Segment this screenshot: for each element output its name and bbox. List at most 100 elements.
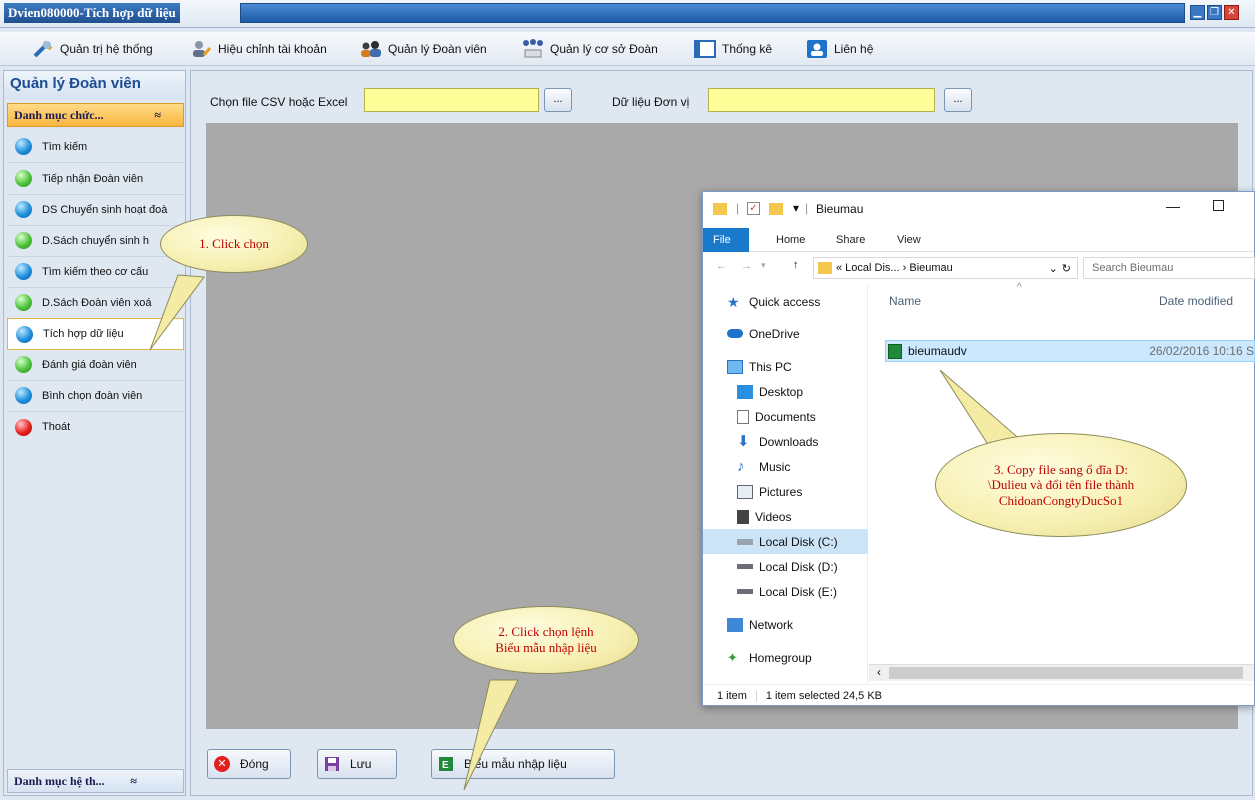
- sidebar-item-search[interactable]: Tìm kiếm: [7, 131, 184, 163]
- scroll-left-arrow-icon[interactable]: ‹: [877, 665, 881, 679]
- callout-3-line-1: 3. Copy file sang ổ đĩa D:: [994, 461, 1128, 477]
- nav-documents[interactable]: Documents: [703, 404, 868, 429]
- nav-quick-access[interactable]: ★ Quick access: [703, 289, 868, 314]
- nav-downloads[interactable]: ⬇ Downloads: [703, 429, 868, 454]
- sidebar-system-category[interactable]: Danh mục hệ th... ≈: [7, 769, 184, 793]
- up-arrow-icon[interactable]: ↑: [793, 259, 799, 271]
- expand-icon: ≈: [130, 774, 137, 788]
- drive-icon: [737, 564, 753, 569]
- sidebar-item-label: Tích hợp dữ liệu: [43, 328, 124, 340]
- file-name: bieumaudv: [908, 344, 967, 358]
- sort-up-icon: ^: [1017, 282, 1022, 293]
- navigation-pane: ★ Quick access OneDrive This PC Desktop D…: [703, 284, 868, 684]
- ribbon-tab-share[interactable]: Share: [826, 228, 875, 252]
- column-header-name[interactable]: Name: [889, 294, 921, 308]
- document-icon: [737, 409, 749, 424]
- green-ball-icon: [15, 170, 32, 187]
- quick-access-toolbar-dropdown-icon[interactable]: ▾: [793, 201, 799, 215]
- green-ball-icon: [15, 356, 32, 373]
- nav-pictures[interactable]: Pictures: [703, 479, 868, 504]
- item-count: 1 item: [717, 689, 747, 702]
- scroll-thumb[interactable]: [889, 667, 1243, 679]
- menu-base-management-label: Quản lý cơ sở Đoàn: [550, 42, 658, 56]
- nav-local-disk-e[interactable]: Local Disk (E:): [703, 579, 868, 604]
- nav-network[interactable]: Network: [703, 612, 868, 637]
- minimize-button[interactable]: ▁: [1190, 5, 1205, 20]
- restore-button[interactable]: ❐: [1207, 5, 1222, 20]
- separator: |: [805, 201, 809, 215]
- search-input[interactable]: Search Bieumau: [1083, 257, 1255, 279]
- save-button[interactable]: Lưu: [317, 749, 397, 779]
- menu-base-management[interactable]: Quản lý cơ sở Đoàn: [522, 38, 658, 60]
- nav-local-disk-d[interactable]: Local Disk (D:): [703, 554, 868, 579]
- nav-local-disk-c[interactable]: Local Disk (C:): [703, 529, 868, 554]
- file-row[interactable]: bieumaudv 26/02/2016 10:16 S: [885, 340, 1255, 362]
- close-button[interactable]: ✕ Đóng: [207, 749, 291, 779]
- nav-onedrive[interactable]: OneDrive: [703, 321, 868, 346]
- callout-2-line-2: Biểu mẫu nhập liệu: [495, 640, 597, 655]
- address-bar[interactable]: « Local Dis... › Bieumau ⌄ ↻: [813, 257, 1078, 279]
- desktop-icon: [737, 384, 753, 399]
- menu-member-management[interactable]: Quản lý Đoàn viên: [360, 38, 487, 60]
- blue-ball-icon: [16, 325, 33, 343]
- menu-system-admin[interactable]: Quản trị hệ thống: [32, 38, 153, 60]
- nav-label: Pictures: [759, 484, 803, 499]
- sidebar-item-receive-member[interactable]: Tiếp nhận Đoàn viên: [7, 163, 184, 195]
- forward-arrow-icon[interactable]: →: [741, 260, 752, 272]
- menu-account-edit[interactable]: Hiệu chỉnh tài khoản: [190, 38, 327, 60]
- sidebar-category-header[interactable]: Danh mục chức... ≈: [7, 103, 184, 127]
- callout-2-line-1: 2. Click chọn lệnh: [498, 624, 594, 640]
- new-folder-icon[interactable]: [769, 203, 783, 215]
- nav-desktop[interactable]: Desktop: [703, 379, 868, 404]
- sidebar-item-vote-member[interactable]: Bình chọn đoàn viên: [7, 380, 184, 412]
- nav-label: Documents: [755, 409, 816, 424]
- separator: |: [754, 689, 758, 702]
- film-icon: [737, 509, 749, 524]
- floppy-icon: [325, 757, 339, 771]
- users-icon: [361, 41, 381, 57]
- sidebar-item-exit[interactable]: Thoát: [7, 411, 184, 443]
- back-arrow-icon[interactable]: ←: [716, 260, 727, 272]
- properties-icon[interactable]: ✓: [747, 202, 760, 215]
- nav-music[interactable]: ♪ Music: [703, 454, 868, 479]
- nav-homegroup[interactable]: ✦ Homegroup: [703, 645, 868, 670]
- sidebar-item-label: Thoát: [42, 421, 71, 433]
- folder-icon: [818, 262, 832, 274]
- nav-this-pc[interactable]: This PC: [703, 354, 868, 379]
- file-browse-button[interactable]: ...: [544, 88, 572, 112]
- red-ball-icon: [15, 418, 32, 436]
- nav-label: Local Disk (C:): [759, 534, 838, 549]
- explorer-minimize-button[interactable]: —: [1166, 198, 1180, 214]
- nav-videos[interactable]: Videos: [703, 504, 868, 529]
- menu-statistics[interactable]: Thống kê: [694, 38, 772, 60]
- horizontal-scrollbar[interactable]: ‹: [869, 664, 1254, 681]
- recent-dropdown-icon[interactable]: ▾: [761, 260, 766, 271]
- title-bar-fill: [240, 3, 1185, 23]
- explorer-maximize-button[interactable]: [1213, 200, 1224, 211]
- separator: |: [736, 201, 740, 215]
- ribbon-tab-view[interactable]: View: [887, 228, 931, 252]
- excel-file-icon: [888, 343, 902, 359]
- menu-contact[interactable]: Liên hệ: [806, 38, 873, 60]
- menu-system-admin-label: Quản trị hệ thống: [60, 42, 153, 56]
- address-bar-row: ← → ▾ ↑ « Local Dis... › Bieumau ⌄ ↻ Sea…: [703, 253, 1255, 283]
- blue-ball-icon: [15, 263, 32, 280]
- nav-label: Quick access: [749, 294, 821, 309]
- ribbon-tab-home[interactable]: Home: [766, 228, 815, 252]
- file-path-input[interactable]: [364, 88, 539, 112]
- ribbon-tab-file[interactable]: File: [703, 228, 749, 252]
- unit-data-input[interactable]: [708, 88, 935, 112]
- green-ball-icon: [15, 232, 32, 249]
- refresh-icon[interactable]: ↻: [1062, 262, 1071, 275]
- explorer-status-bar: 1 item | 1 item selected 24,5 KB: [703, 684, 1254, 706]
- column-header-date[interactable]: Date modified: [1159, 294, 1233, 308]
- address-dropdown-icon[interactable]: ⌄: [1049, 262, 1058, 275]
- green-ball-icon: [15, 294, 32, 311]
- nav-label: Music: [759, 459, 791, 474]
- collapse-icon: ≈: [154, 108, 161, 122]
- explorer-title-bar: | ✓ ▾ | Bieumau —: [703, 192, 1254, 228]
- close-window-button[interactable]: ✕: [1224, 5, 1239, 20]
- unit-browse-button[interactable]: ...: [944, 88, 972, 112]
- nav-label: Local Disk (D:): [759, 559, 838, 574]
- network-icon: [523, 39, 543, 58]
